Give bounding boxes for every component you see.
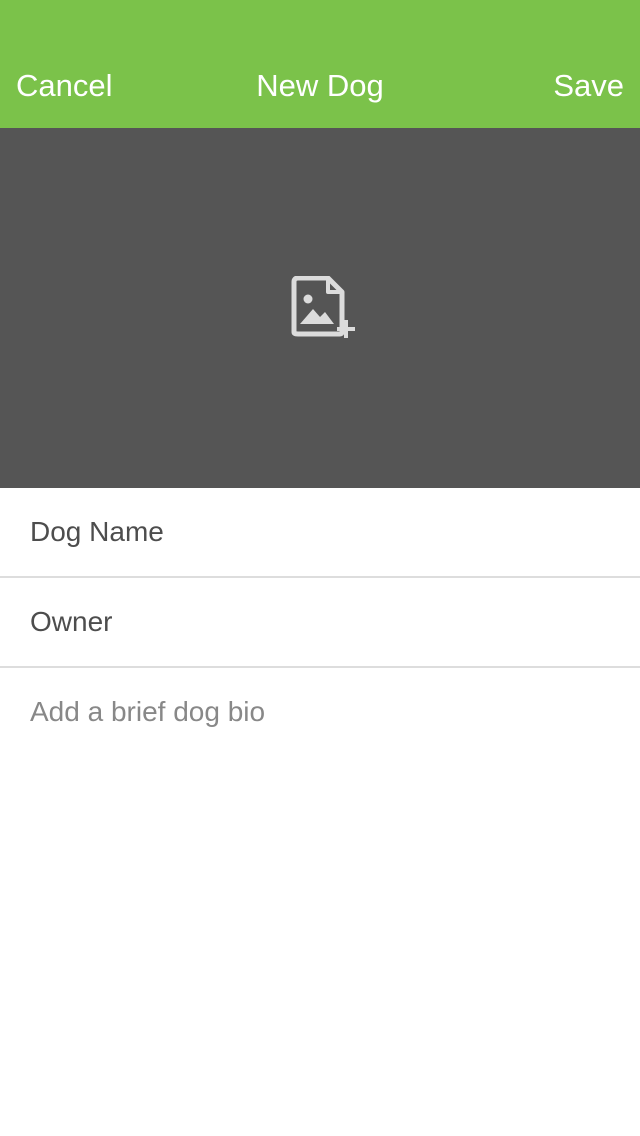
owner-placeholder: Owner <box>30 606 113 637</box>
navigation-bar: Cancel New Dog Save <box>0 0 640 128</box>
save-button[interactable]: Save <box>553 64 624 108</box>
dog-name-placeholder: Dog Name <box>30 516 164 547</box>
dog-name-field[interactable]: Dog Name <box>0 488 640 578</box>
dog-photo-picker[interactable] <box>0 128 640 488</box>
cancel-button[interactable]: Cancel <box>16 64 113 108</box>
bio-textarea[interactable]: Add a brief dog bio <box>0 668 640 1136</box>
add-image-icon[interactable] <box>290 276 362 344</box>
owner-field[interactable]: Owner <box>0 578 640 668</box>
bio-placeholder: Add a brief dog bio <box>30 696 266 727</box>
